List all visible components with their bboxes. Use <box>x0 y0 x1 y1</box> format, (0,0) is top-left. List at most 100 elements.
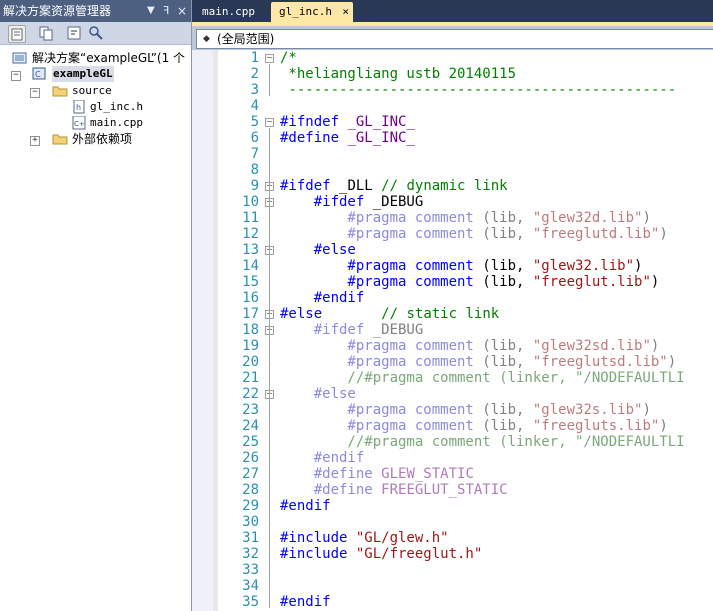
selection-margin <box>213 50 218 611</box>
code-line: #pragma comment (lib, "freegluts.lib") <box>280 418 667 434</box>
code-line: *heliangliang ustb 20140115 <box>280 66 516 82</box>
collapse-icon[interactable]: − <box>11 71 21 81</box>
code-token: #pragma <box>280 226 415 242</box>
code-token: /* <box>280 50 297 66</box>
code-line: #pragma comment (lib, "freeglutsd.lib") <box>280 354 676 370</box>
pin-icon[interactable]: ꟻ <box>163 0 169 22</box>
code-token: #else <box>280 242 356 258</box>
tree-item-label: 外部依赖项 <box>72 132 133 146</box>
code-token: comment <box>414 274 483 290</box>
code-token: comment <box>414 226 483 242</box>
line-number: 13 <box>242 242 259 258</box>
code-token: _DLL <box>339 178 382 194</box>
code-token: ) <box>659 226 668 242</box>
close-icon[interactable]: × <box>177 0 187 22</box>
properties-icon[interactable] <box>8 25 26 43</box>
line-number: 7 <box>250 146 259 162</box>
scope-label: (全局范围) <box>217 32 275 46</box>
code-token: "freeglutd.lib" <box>532 226 660 242</box>
collapse-icon[interactable]: − <box>30 88 40 98</box>
code-token: #endif <box>280 594 331 610</box>
line-number: 21 <box>242 370 259 386</box>
code-token: "glew32s.lib" <box>532 402 643 418</box>
code-line: #define GLEW_STATIC <box>280 466 474 482</box>
line-number: 30 <box>242 514 259 530</box>
view-code-icon[interactable] <box>66 25 82 41</box>
code-token: comment <box>414 210 483 226</box>
line-number: 35 <box>242 594 259 610</box>
code-token: #pragma <box>280 338 415 354</box>
line-number: 4 <box>250 98 259 114</box>
code-token: #ifdef <box>280 194 373 210</box>
tree-item-label: main.cpp <box>90 116 143 129</box>
code-token: // dynamic link <box>381 178 508 194</box>
code-token: _DEBUG <box>372 322 424 338</box>
tab-label: gl_inc.h <box>279 5 332 18</box>
code-token: _GL_INC_ <box>347 114 415 130</box>
code-token: (lib, <box>482 354 533 370</box>
code-token: #ifdef <box>280 178 340 194</box>
code-token: *heliangliang ustb 20140115 <box>280 66 517 82</box>
code-token: "GL/freeglut.h" <box>355 546 483 562</box>
code-line: #pragma comment (lib, "glew32s.lib") <box>280 402 651 418</box>
code-line: /* <box>280 50 297 66</box>
expand-icon[interactable]: + <box>30 136 40 146</box>
code-token: #ifndef <box>280 114 348 130</box>
solution-explorer-panel: 解决方案资源管理器 ▼ ꟻ × 解决方案“exampleGL”(1 个 − C … <box>0 0 192 611</box>
class-diagram-icon[interactable] <box>88 25 104 41</box>
code-line: #ifdef _DEBUG <box>280 194 424 210</box>
code-token: #define <box>280 466 382 482</box>
show-all-files-icon[interactable] <box>38 25 54 41</box>
code-token: #include <box>280 530 356 546</box>
code-token: #pragma <box>280 402 415 418</box>
code-token: (lib, <box>482 338 533 354</box>
code-token: #include <box>280 546 356 562</box>
line-number: 15 <box>242 274 259 290</box>
code-line: ----------------------------------------… <box>280 82 676 98</box>
outline-guide <box>269 336 270 513</box>
line-number: 32 <box>242 546 259 562</box>
code-token: #endif <box>280 290 365 306</box>
code-line: #include "GL/glew.h" <box>280 530 449 546</box>
code-token: #ifdef <box>280 322 373 338</box>
code-token: #pragma <box>280 418 415 434</box>
code-line: #pragma comment (lib, "glew32d.lib") <box>280 210 651 226</box>
scope-dropdown[interactable]: ◆ (全局范围) <box>196 29 713 49</box>
code-token: (lib, <box>482 274 533 290</box>
code-token: (lib, <box>482 418 533 434</box>
code-line: #endif <box>280 498 331 514</box>
tab-gl-inc-h[interactable]: gl_inc.h × <box>271 2 353 22</box>
code-token: "freegluts.lib" <box>532 418 660 434</box>
line-number: 9 <box>250 178 259 194</box>
cpp-file-icon: C+ <box>72 115 88 130</box>
line-number: 3 <box>250 82 259 98</box>
code-token: "glew32.lib" <box>532 258 635 274</box>
close-tab-icon[interactable]: × <box>342 2 349 22</box>
code-token: (lib, <box>482 258 533 274</box>
code-token: "freeglut.lib" <box>532 274 651 290</box>
code-token: ) <box>642 210 651 226</box>
line-number: 28 <box>242 482 259 498</box>
dropdown-icon[interactable]: ▼ <box>147 0 155 22</box>
code-line: #endif <box>280 450 365 466</box>
tree-item-label: 解决方案“exampleGL”(1 个 <box>32 51 186 65</box>
tree-item-label: gl_inc.h <box>90 100 143 113</box>
line-number: 27 <box>242 466 259 482</box>
tab-main-cpp[interactable]: main.cpp <box>194 2 263 22</box>
code-token: ) <box>642 402 651 418</box>
line-number: 1 <box>250 50 259 66</box>
solution-explorer-title-bar: 解决方案资源管理器 ▼ ꟻ × <box>0 0 191 22</box>
code-line: #ifdef _DLL // dynamic link <box>280 178 508 194</box>
code-token: ) <box>667 354 677 370</box>
code-token: //#pragma comment (linker, "/NODEFAULTLI <box>280 434 685 450</box>
line-number: 20 <box>242 354 259 370</box>
code-line: #else <box>280 242 356 258</box>
code-line: #else // static link <box>280 306 499 322</box>
svg-text:C+: C+ <box>74 120 85 128</box>
code-line: #ifndef _GL_INC_ <box>280 114 415 130</box>
solution-explorer-title: 解决方案资源管理器 <box>3 4 112 18</box>
code-token: ) <box>634 258 643 274</box>
code-line: #pragma comment (lib, "freeglut.lib") <box>280 274 659 290</box>
svg-text:h: h <box>76 103 81 112</box>
code-editor[interactable]: 1 /* 2 *heliangliang ustb 20140115 3 ------… <box>192 50 713 611</box>
